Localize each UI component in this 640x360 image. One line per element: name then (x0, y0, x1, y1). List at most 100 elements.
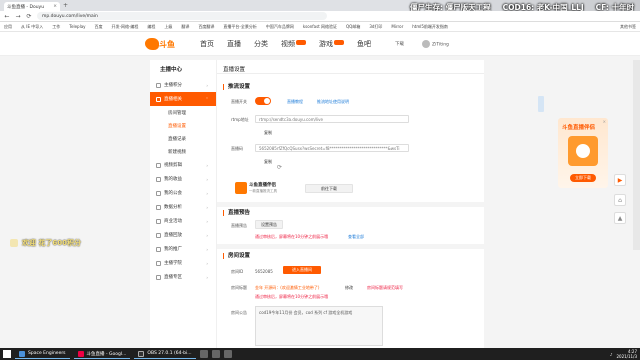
bookmark-item[interactable]: 百度翻译 (198, 24, 214, 30)
section-divider (217, 202, 485, 207)
bookmarks-bar: 应用 从 IE 中导入 工作 Teleplay 百度 开发-网络-编程 编程 上级 翻译 百度翻译… (0, 22, 640, 32)
sidebar-item-income[interactable]: 我的收益 › (150, 172, 216, 186)
taskbar-app-label: 斗鱼直播 - Googl... (86, 351, 127, 357)
bookmark-item[interactable]: ksonfast 网络验证 (303, 24, 337, 30)
bookmark-item[interactable]: 直播平台-全景分析 (223, 24, 256, 30)
sidebar-subitem-room[interactable]: 房间管理 (150, 106, 216, 119)
nav-games[interactable]: 游戏 (319, 39, 344, 49)
app-icon[interactable] (211, 350, 220, 358)
sidebar-subitem-records[interactable]: 直播记录 (150, 132, 216, 145)
logo-text: 斗鱼 (159, 40, 175, 49)
reload-icon[interactable]: ⟳ (26, 13, 32, 20)
scrollbar[interactable] (633, 60, 640, 250)
bookmark-item[interactable]: 3d打印 (369, 24, 382, 30)
url-input[interactable]: mp.douyu.com/live/main (37, 12, 327, 20)
app-icon[interactable] (199, 350, 208, 358)
sidebar-item-business[interactable]: 商业活动 › (150, 214, 216, 228)
app-icon (19, 350, 25, 357)
notice-label: 直播预告 (231, 223, 247, 228)
stream-code-field[interactable]: 5652085rfZfQcQSusx?wsSecret=f8**********… (255, 144, 409, 152)
chevron-down-icon: ˅ (206, 96, 208, 102)
windows-start-icon[interactable] (3, 350, 11, 358)
sidebar-item-points[interactable]: 主播积分 › (150, 78, 216, 92)
clock[interactable]: 4:27 2021/11/3 (616, 349, 637, 359)
sidebar-item-promotion[interactable]: 我的推广 › (150, 242, 216, 256)
stream-chat-overlay: 欢迎 花了600积分 (10, 238, 81, 248)
bookmark-item[interactable]: 翻译 (181, 24, 189, 30)
companion-ad[interactable]: × 斗鱼直播伴侣 立即下载 (558, 118, 608, 188)
bookmark-item[interactable]: QQ邮箱 (346, 24, 360, 30)
sidebar-item-replay[interactable]: 直播回放 › (150, 228, 216, 242)
promo-subtitle: 一款直播推流工具 (249, 189, 277, 193)
view-all-link[interactable]: 查看全部 (348, 234, 364, 240)
sidebar-item-label: 直播专区 (164, 275, 182, 280)
room-title-value: 金年 开源码：(欢迎激情工业地带了) (255, 285, 320, 290)
play-icon[interactable]: ▶ (614, 174, 626, 186)
taskbar-app[interactable]: OBS 27.0.1 (64-bi... (134, 349, 196, 359)
other-bookmarks[interactable]: 其他书签 (620, 24, 636, 30)
volume-icon[interactable]: ♪ (610, 352, 613, 357)
bookmark-item[interactable]: 中国汽车品牌网 (266, 24, 294, 30)
bookmark-item[interactable]: 从 IE 中导入 (21, 24, 43, 30)
back-to-top-icon[interactable]: ▲ (614, 212, 626, 224)
sidebar-item-academy[interactable]: 主播学院 › (150, 256, 216, 270)
edit-title-button[interactable]: 修改 (345, 285, 353, 291)
bookmark-item[interactable]: 上级 (164, 24, 172, 30)
briefcase-icon (156, 218, 161, 224)
sidebar-item-analytics[interactable]: 数据分析 › (150, 200, 216, 214)
copy-rtmp-button[interactable]: 复制 (264, 130, 272, 136)
taskbar-app[interactable]: Space Engineers (15, 349, 70, 359)
chevron-right-icon: › (206, 260, 208, 266)
close-tab-icon[interactable]: × (53, 4, 57, 9)
home-icon[interactable]: ⌂ (614, 194, 626, 206)
bookmark-item[interactable]: 应用 (4, 24, 12, 30)
rtmp-address-field[interactable]: rtmp://sendtc3a.douyu.com/live (255, 115, 409, 123)
sidebar-item-zone[interactable]: 直播专区 › (150, 270, 216, 284)
nav-home[interactable]: 首页 (200, 39, 214, 49)
sidebar-item-guild[interactable]: 我的公会 › (150, 186, 216, 200)
sidebar-subitem-live-settings[interactable]: 直播设置 (150, 119, 216, 132)
room-title-hint: 通过审核后，屏幕将在10分钟之前展示哦 (255, 294, 329, 299)
set-notice-button[interactable]: 设置预告 (255, 220, 283, 229)
bookmark-item[interactable]: 百度 (95, 24, 103, 30)
logo-fish-icon (145, 38, 159, 50)
live-switch-toggle[interactable] (255, 97, 271, 105)
chevron-right-icon: › (206, 218, 208, 224)
sidebar-subitem-new-video[interactable]: 新建视频 (150, 145, 216, 158)
bookmark-item[interactable]: Teleplay (69, 24, 85, 29)
bookmark-item[interactable]: 工作 (52, 24, 60, 30)
close-icon[interactable]: × (603, 119, 606, 124)
user-menu[interactable]: ZiTiting (422, 40, 449, 48)
chat-message: 欢迎 花了600积分 (22, 239, 82, 247)
nav-live[interactable]: 直播 (227, 39, 241, 49)
taskbar-app[interactable]: 斗鱼直播 - Googl... (73, 349, 131, 359)
app-icon[interactable] (223, 350, 232, 358)
back-icon[interactable]: ← (4, 13, 10, 20)
copy-code-button[interactable]: 复制 (264, 159, 272, 165)
douyu-logo[interactable]: 斗鱼 (145, 38, 175, 50)
nav-fishbar[interactable]: 鱼吧 (357, 39, 371, 49)
toggle-knob (264, 98, 270, 104)
forward-icon[interactable]: → (15, 13, 21, 20)
download-link[interactable]: 下载 (395, 41, 404, 47)
browser-tab[interactable]: 斗鱼直播 - Douyu × (4, 2, 60, 11)
side-tab[interactable] (538, 96, 544, 112)
bookmark-item[interactable]: Mirror (391, 24, 403, 29)
sidebar-item-live[interactable]: 直播相关 ˅ (150, 92, 216, 106)
nav-category[interactable]: 分类 (254, 39, 268, 49)
bookmark-item[interactable]: 开发-网络-编程 (112, 24, 139, 30)
gift-icon (10, 239, 18, 247)
nav-video[interactable]: 视频 (281, 39, 306, 49)
enter-room-button[interactable]: 进入直播间 (283, 266, 321, 274)
tutorial-link[interactable]: 直播教程 (287, 99, 303, 105)
companion-app-icon (235, 182, 247, 194)
bookmark-item[interactable]: 编程 (147, 24, 155, 30)
sidebar-item-video-edit[interactable]: 视频剪辑 › (150, 158, 216, 172)
new-tab-button[interactable]: + (63, 2, 68, 9)
rtmp-help-link[interactable]: 推流地址使用说明 (317, 99, 349, 105)
bookmark-item[interactable]: html5前端开发指南 (412, 24, 448, 30)
download-companion-button[interactable]: 前往下载 (305, 184, 353, 193)
ad-download-button[interactable]: 立即下载 (570, 174, 596, 182)
refresh-icon[interactable]: ⟳ (277, 164, 282, 171)
room-notice-textarea[interactable]: cod19今年11月份 会员，cod 系列 cf 游戏全机游戏 (255, 306, 383, 346)
